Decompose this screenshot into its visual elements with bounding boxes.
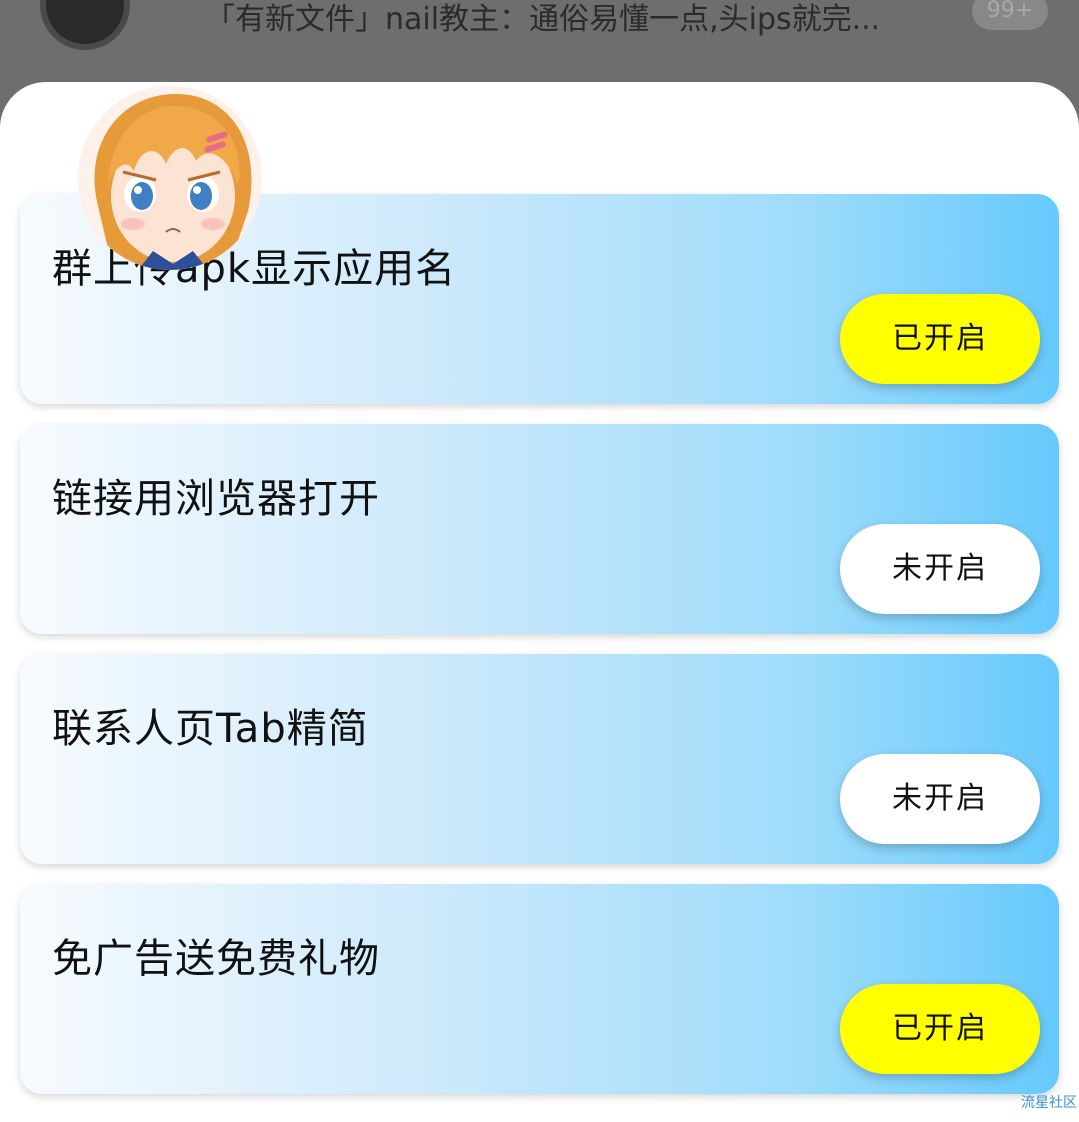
background-chat-row: 「有新文件」nail教主：通俗易懂一点,头ips就完... 99+ xyxy=(0,0,1079,80)
background-chat-avatar xyxy=(40,0,130,50)
setting-card-open-in-browser: 链接用浏览器打开 未开启 xyxy=(20,424,1059,634)
toggle-button[interactable]: 已开启 xyxy=(840,984,1040,1074)
toggle-button[interactable]: 未开启 xyxy=(840,754,1040,844)
anime-girl-avatar-image xyxy=(78,86,262,270)
toggle-button[interactable]: 未开启 xyxy=(840,524,1040,614)
background-chat-preview: 「有新文件」nail教主：通俗易懂一点,头ips就完... xyxy=(205,2,881,37)
setting-card-ad-free-gifts: 免广告送免费礼物 已开启 xyxy=(20,884,1059,1094)
profile-avatar xyxy=(78,86,262,270)
toggle-button[interactable]: 已开启 xyxy=(840,294,1040,384)
setting-card-contacts-tab: 联系人页Tab精简 未开启 xyxy=(20,654,1059,864)
unread-badge: 99+ xyxy=(972,0,1048,30)
setting-title: 链接用浏览器打开 xyxy=(52,476,380,522)
setting-title: 联系人页Tab精简 xyxy=(52,706,369,752)
settings-sheet: 群上传apk显示应用名 已开启 链接用浏览器打开 未开启 联系人页Tab精简 未… xyxy=(0,82,1079,1122)
setting-title: 免广告送免费礼物 xyxy=(52,936,380,982)
watermark: 流星社区 xyxy=(1021,1095,1077,1111)
